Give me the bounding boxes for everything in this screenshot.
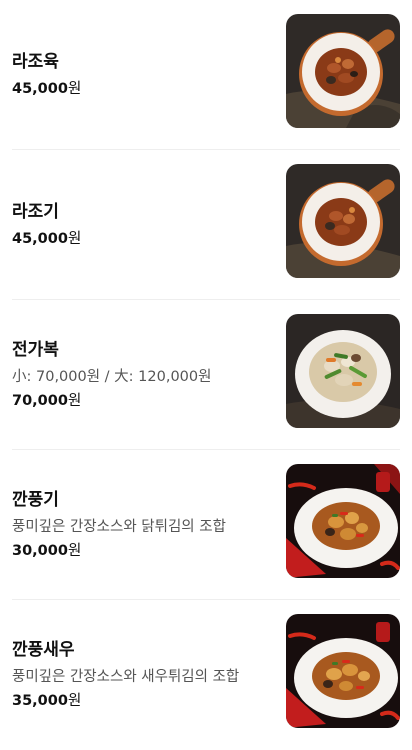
- menu-item-name: 라조육: [12, 51, 59, 72]
- seafood-stirfry-dish-photo[interactable]: [286, 314, 400, 428]
- price-value: 35,000: [12, 693, 68, 709]
- price-value: 70,000: [12, 392, 68, 409]
- menu-item-rajogi[interactable]: 라조기 45,000원: [12, 150, 400, 300]
- menu-item-name: 전가복: [12, 339, 59, 360]
- menu-item-price: 30,000원: [12, 541, 274, 561]
- menu-item-kkanpung-shrimp[interactable]: 깐풍새우 풍미깊은 간장소스와 새우튀김의 조합 35,000원: [12, 600, 400, 750]
- kkanpung-shrimp-dish-photo[interactable]: [286, 614, 400, 728]
- dish-image: [286, 614, 400, 728]
- menu-item-description: 小: 70,000원 / 大: 120,000원: [12, 368, 212, 385]
- menu-item-description: 풍미깊은 간장소스와 닭튀김의 조합: [12, 518, 226, 535]
- menu-item-jeongabok[interactable]: 전가복 小: 70,000원 / 大: 120,000원 70,000원: [12, 300, 400, 450]
- price-unit: 원: [67, 693, 82, 709]
- braised-pork-dish-photo[interactable]: [286, 14, 400, 128]
- menu-item-name: 깐풍기: [12, 489, 59, 510]
- menu-item-rajoyuk[interactable]: 라조육 45,000원: [12, 0, 400, 150]
- price-unit: 원: [67, 230, 82, 247]
- menu-item-price: 35,000원: [12, 691, 274, 711]
- dish-image: [286, 164, 400, 278]
- menu-item-info: 라조육 45,000원: [12, 0, 274, 149]
- menu-item-info: 라조기 45,000원: [12, 150, 274, 299]
- menu-item-description: 풍미깊은 간장소스와 새우튀김의 조합: [12, 669, 240, 685]
- menu-item-kkanpunggi[interactable]: 깐풍기 풍미깊은 간장소스와 닭튀김의 조합 30,000원: [12, 450, 400, 600]
- menu-item-price: 45,000원: [12, 79, 274, 99]
- price-unit: 원: [67, 542, 82, 559]
- menu-list: 라조육 45,000원 라조기 45,000원 전가복 小: 70,000원 /…: [0, 0, 412, 750]
- dish-image: [286, 464, 400, 578]
- price-unit: 원: [67, 392, 82, 409]
- dish-image: [286, 14, 400, 128]
- price-value: 30,000: [12, 542, 68, 559]
- menu-item-info: 깐풍새우 풍미깊은 간장소스와 새우튀김의 조합 35,000원: [12, 600, 274, 750]
- menu-item-price: 70,000원: [12, 391, 274, 411]
- braised-chicken-dish-photo[interactable]: [286, 164, 400, 278]
- price-value: 45,000: [12, 80, 68, 97]
- menu-item-info: 깐풍기 풍미깊은 간장소스와 닭튀김의 조합 30,000원: [12, 450, 274, 599]
- price-value: 45,000: [12, 230, 68, 247]
- menu-item-name: 깐풍새우: [12, 640, 75, 660]
- dish-image: [286, 314, 400, 428]
- menu-item-name: 라조기: [12, 201, 59, 222]
- menu-item-info: 전가복 小: 70,000원 / 大: 120,000원 70,000원: [12, 300, 274, 449]
- price-unit: 원: [67, 80, 82, 97]
- menu-item-price: 45,000원: [12, 229, 274, 249]
- kkanpunggi-dish-photo[interactable]: [286, 464, 400, 578]
